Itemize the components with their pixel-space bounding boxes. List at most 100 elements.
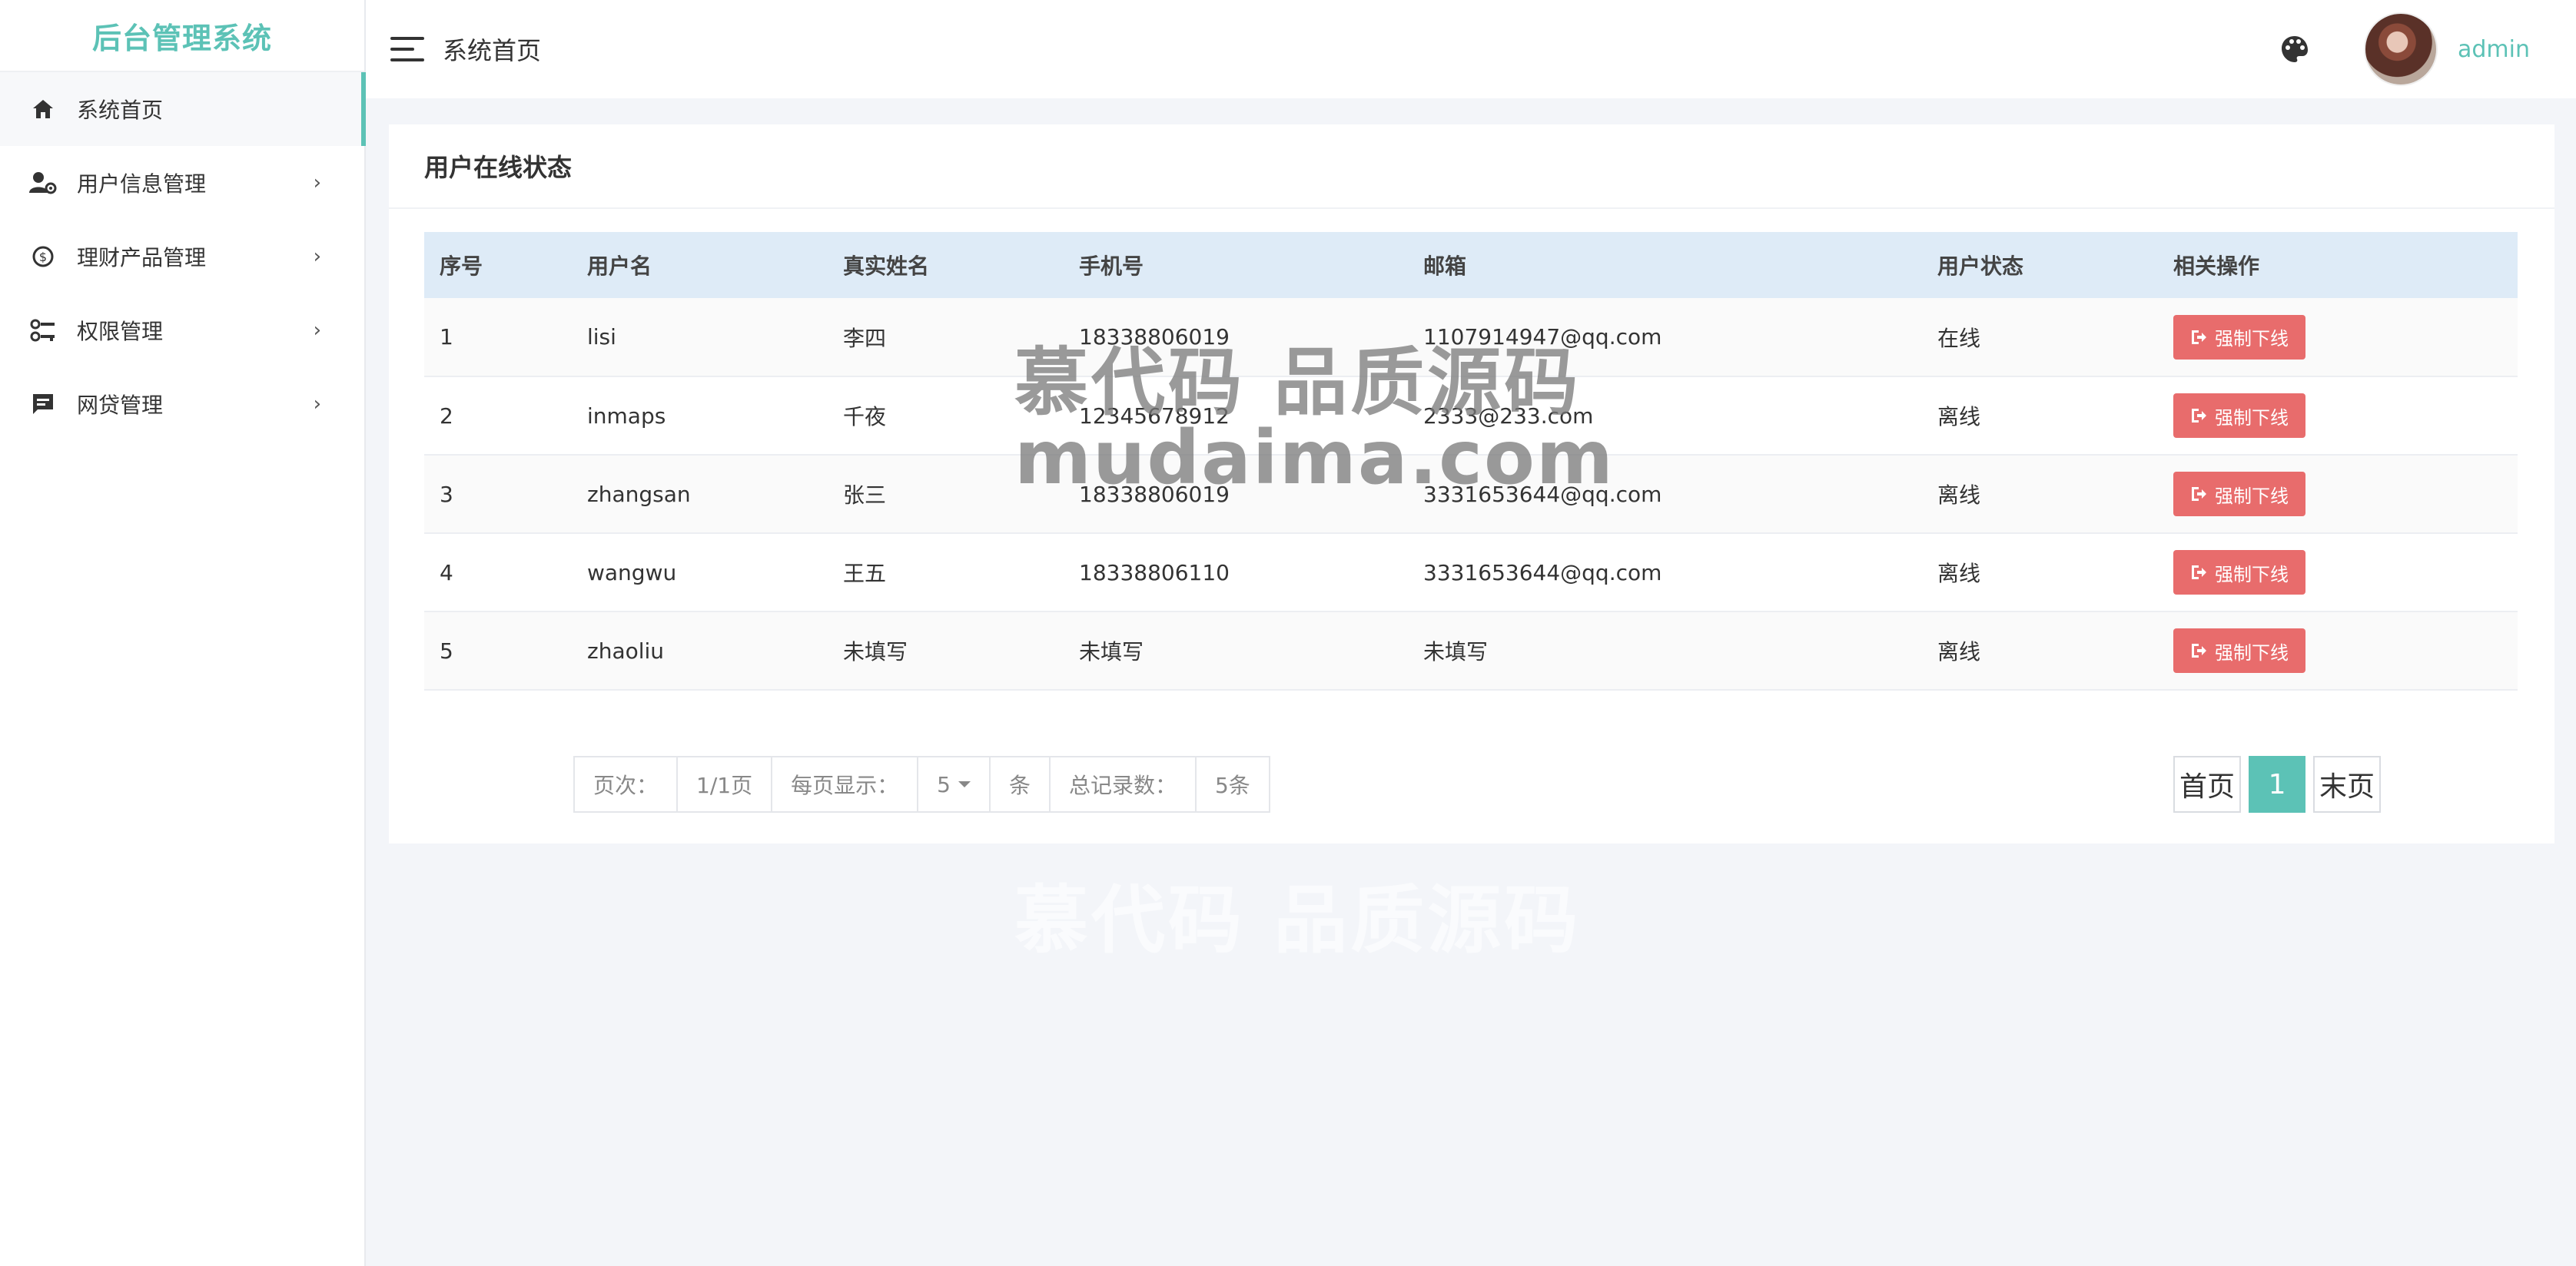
top-header: 系统首页 admin [366,0,2576,98]
per-page-label: 每页显示： [772,757,919,811]
breadcrumb: 系统首页 [443,36,542,65]
force-offline-button[interactable]: 强制下线 [2173,393,2305,438]
chevron-right-icon: › [313,245,321,268]
cell-status: 离线 [1937,639,1981,664]
column-header: 手机号 [1079,254,1144,279]
cell-username: zhaoliu [587,638,665,664]
coin-icon: $ [28,241,58,272]
sign-out-icon [2192,644,2206,658]
current-page-button[interactable]: 1 [2249,756,2306,813]
cell-status: 离线 [1937,482,1981,508]
sidebar-item-home[interactable]: 系统首页 [0,72,366,146]
sidebar-item-label: 网贷管理 [77,393,164,418]
cell-action: 强制下线 [2158,611,2518,690]
page-value: 1/1页 [678,757,773,811]
cell-realname: 千夜 [843,404,887,429]
cell-username: zhangsan [587,481,691,507]
cell-index: 1 [440,324,453,350]
cell-realname: 张三 [843,482,887,508]
column-header: 邮箱 [1423,254,1467,279]
cell-phone: 12345678912 [1079,403,1230,429]
cell-phone: 18338806019 [1079,324,1230,350]
cell-email: 1107914947@qq.com [1423,324,1662,350]
cell-index: 4 [440,559,453,585]
sidebar-item-label: 理财产品管理 [77,245,207,270]
column-header: 真实姓名 [843,254,930,279]
cell-action: 强制下线 [2158,455,2518,533]
cell-email: 未填写 [1423,639,1489,664]
first-page-button[interactable]: 首页 [2173,756,2242,813]
sign-out-icon [2192,487,2206,501]
key-icon [28,315,58,346]
cell-realname: 王五 [843,561,887,586]
page-label: 页次： [575,757,679,811]
cell-email: 2333@233.com [1423,403,1594,429]
user-status-table: 序号 用户名 真实姓名 手机号 邮箱 用户状态 相关操作 1 lisi 李四 1… [424,232,2518,691]
sidebar-item-permission[interactable]: 权限管理 › [0,293,364,367]
button-label: 强制下线 [2215,328,2289,350]
force-offline-button[interactable]: 强制下线 [2173,550,2305,595]
column-header: 序号 [440,254,483,279]
online-status-panel: 用户在线状态 序号 用户名 真实姓名 手机号 邮箱 用户状态 相关操作 1 li… [389,124,2554,843]
message-icon [28,389,58,419]
cell-username: wangwu [587,559,677,585]
pagination-nav: 首页 1 末页 [2173,756,2382,813]
table-header-row: 序号 用户名 真实姓名 手机号 邮箱 用户状态 相关操作 [424,232,2518,298]
button-label: 强制下线 [2215,485,2289,507]
cell-realname: 未填写 [843,639,908,664]
sidebar-item-loan[interactable]: 网贷管理 › [0,367,364,441]
panel-title: 用户在线状态 [389,124,2554,209]
force-offline-button[interactable]: 强制下线 [2173,472,2305,516]
table-row: 1 lisi 李四 18338806019 1107914947@qq.com … [424,298,2518,376]
pagination-info: 页次： 1/1页 每页显示： 5 条 总记录数： 5条 [573,756,1270,813]
avatar[interactable] [2364,12,2438,86]
username-link[interactable]: admin [2458,36,2530,63]
table-row: 5 zhaoliu 未填写 未填写 未填写 离线 强制下线 [424,611,2518,690]
column-header: 用户名 [587,254,652,279]
column-header: 相关操作 [2173,254,2260,279]
table-row: 2 inmaps 千夜 12345678912 2333@233.com 离线 … [424,376,2518,455]
home-icon [28,94,58,124]
cell-action: 强制下线 [2158,533,2518,611]
hamburger-icon[interactable] [390,37,424,61]
sign-out-icon [2192,409,2206,423]
column-header: 用户状态 [1937,254,2024,279]
per-page-value: 5 [937,771,951,797]
button-label: 强制下线 [2215,563,2289,585]
per-page-select[interactable]: 5 [918,757,991,811]
force-offline-button[interactable]: 强制下线 [2173,628,2305,673]
chevron-right-icon: › [313,171,321,194]
cell-email: 3331653644@qq.com [1423,559,1662,585]
cell-index: 3 [440,481,453,507]
cell-phone: 18338806019 [1079,481,1230,507]
total-label: 总记录数： [1051,757,1197,811]
table-row: 4 wangwu 王五 18338806110 3331653644@qq.co… [424,533,2518,611]
sidebar-item-finance[interactable]: $ 理财产品管理 › [0,220,364,293]
last-page-button[interactable]: 末页 [2313,756,2382,813]
sign-out-icon [2192,330,2206,344]
brand-title: 后台管理系统 [0,0,364,72]
cell-index: 5 [440,638,453,664]
watermark-text-faint: 慕代码 品质源码 [1014,877,1582,963]
cell-email: 3331653644@qq.com [1423,481,1662,507]
cell-status: 离线 [1937,404,1981,429]
per-page-unit: 条 [991,757,1051,811]
chevron-right-icon: › [313,319,321,342]
cell-status: 在线 [1937,325,1981,351]
cell-username: inmaps [587,403,666,429]
cell-action: 强制下线 [2158,376,2518,455]
cell-username: lisi [587,324,616,350]
force-offline-button[interactable]: 强制下线 [2173,314,2305,360]
sidebar: 后台管理系统 系统首页 用户信息管理 › $ 理财产品管理 › 权限管理 › 网… [0,0,366,1266]
user-gear-icon [28,167,58,198]
sidebar-item-label: 系统首页 [77,98,164,123]
sign-out-icon [2192,565,2206,579]
button-label: 强制下线 [2215,406,2289,429]
palette-icon[interactable] [2279,34,2310,65]
sidebar-item-user-info[interactable]: 用户信息管理 › [0,146,364,220]
cell-realname: 李四 [843,325,887,351]
chevron-right-icon: › [313,393,321,416]
total-value: 5条 [1214,773,1250,798]
cell-action: 强制下线 [2158,298,2518,376]
sidebar-item-label: 权限管理 [77,319,164,344]
